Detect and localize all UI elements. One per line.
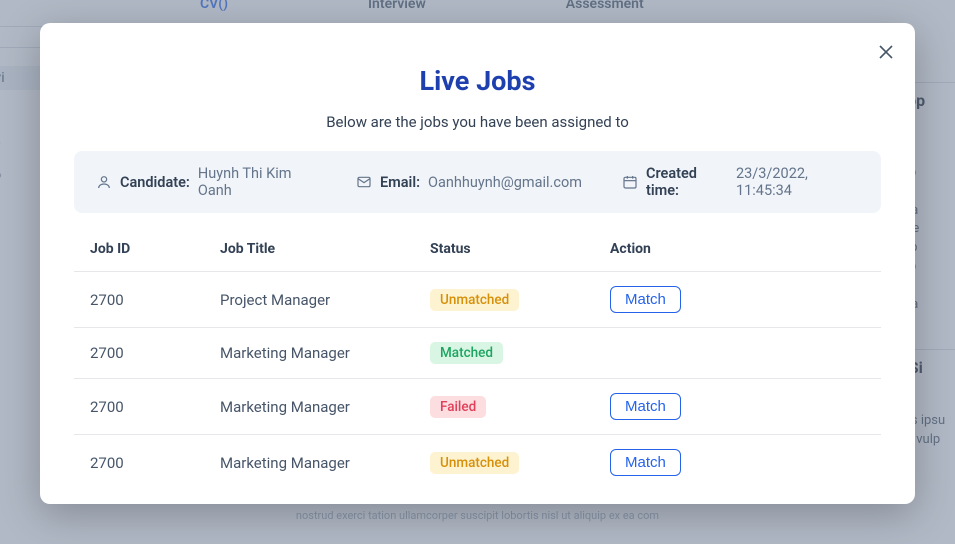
- cell-job-title: Project Manager: [220, 291, 430, 309]
- jobs-table-container: Job ID Job Title Status Action 2700Proje…: [74, 227, 881, 484]
- cell-action: Match: [610, 393, 865, 420]
- table-row: 2700Project ManagerUnmatched Match: [74, 271, 881, 327]
- match-button[interactable]: Match: [610, 286, 681, 313]
- jobs-table: Job ID Job Title Status Action 2700Proje…: [74, 227, 881, 484]
- candidate-field: Candidate: Huynh Thi Kim Oanh: [96, 165, 316, 199]
- table-row: 2700Marketing ManagerMatched: [74, 327, 881, 378]
- email-value: Oanhhuynh@gmail.com: [428, 174, 582, 191]
- col-header-id: Job ID: [90, 241, 220, 257]
- table-header-row: Job ID Job Title Status Action: [74, 227, 881, 271]
- user-icon: [96, 174, 112, 190]
- cell-action: Match: [610, 449, 865, 476]
- cell-status: Unmatched: [430, 452, 610, 474]
- cell-status: Failed: [430, 396, 610, 418]
- candidate-value: Huynh Thi Kim Oanh: [198, 165, 316, 199]
- table-row: 2700Marketing ManagerUnmatched Match: [74, 434, 881, 484]
- close-icon: [878, 44, 894, 60]
- col-header-action: Action: [610, 241, 865, 257]
- match-button[interactable]: Match: [610, 449, 681, 476]
- status-badge: Failed: [430, 396, 486, 418]
- col-header-status: Status: [430, 241, 610, 257]
- cell-job-title: Marketing Manager: [220, 398, 430, 416]
- modal-subtitle: Below are the jobs you have been assigne…: [74, 113, 881, 131]
- status-badge: Unmatched: [430, 452, 519, 474]
- cell-job-title: Marketing Manager: [220, 344, 430, 362]
- table-row: 2700Marketing ManagerFailed Match: [74, 378, 881, 434]
- email-icon: [356, 174, 372, 190]
- created-time-field: Created time: 23/3/2022, 11:45:34: [622, 165, 859, 199]
- status-badge: Unmatched: [430, 289, 519, 311]
- modal-title: Live Jobs: [74, 65, 881, 97]
- cell-job-id: 2700: [90, 398, 220, 416]
- cell-job-title: Marketing Manager: [220, 454, 430, 472]
- candidate-info-bar: Candidate: Huynh Thi Kim Oanh Email: Oan…: [74, 151, 881, 213]
- cell-job-id: 2700: [90, 454, 220, 472]
- created-time-value: 23/3/2022, 11:45:34: [736, 165, 859, 199]
- status-badge: Matched: [430, 342, 503, 364]
- cell-action: Match: [610, 286, 865, 313]
- col-header-title: Job Title: [220, 241, 430, 257]
- cell-status: Unmatched: [430, 289, 610, 311]
- close-button[interactable]: [875, 41, 897, 63]
- cell-job-id: 2700: [90, 291, 220, 309]
- email-label: Email:: [380, 174, 420, 191]
- table-body[interactable]: 2700Project ManagerUnmatchedMatch2700Mar…: [74, 271, 881, 484]
- created-time-label: Created time:: [646, 165, 728, 199]
- cell-job-id: 2700: [90, 344, 220, 362]
- candidate-label: Candidate:: [120, 174, 190, 191]
- email-field: Email: Oanhhuynh@gmail.com: [356, 174, 582, 191]
- match-button[interactable]: Match: [610, 393, 681, 420]
- calendar-icon: [622, 174, 638, 190]
- live-jobs-modal: Live Jobs Below are the jobs you have be…: [40, 23, 915, 504]
- cell-status: Matched: [430, 342, 610, 364]
